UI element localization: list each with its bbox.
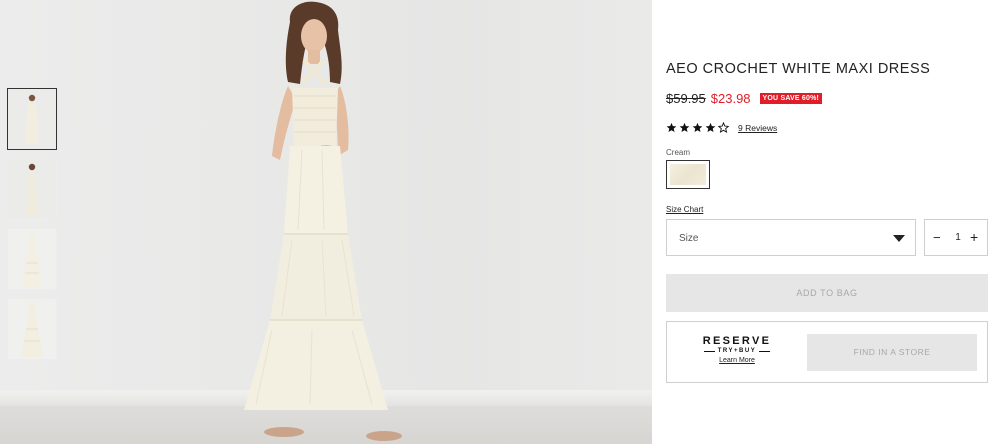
price-row: $59.95 $23.98 YOU SAVE 60%! — [666, 91, 823, 106]
star-icon — [679, 122, 690, 133]
reserve-title: RESERVE — [702, 335, 772, 347]
increase-quantity-button[interactable]: + — [970, 229, 978, 245]
divider — [703, 350, 715, 352]
sale-price: $23.98 — [710, 91, 751, 106]
learn-more-link[interactable]: Learn More — [693, 357, 781, 364]
reserve-logo: RESERVE TRY+BUY Learn More — [693, 335, 781, 364]
original-price: $59.95 — [666, 91, 706, 106]
find-in-store-button[interactable]: FIND IN A STORE — [807, 334, 977, 371]
thumbnail-2[interactable] — [7, 158, 57, 220]
reviews-link[interactable]: 9 Reviews — [738, 123, 777, 133]
decrease-quantity-button[interactable]: − — [933, 230, 941, 245]
thumbnail-4[interactable] — [7, 298, 57, 360]
star-icon — [705, 122, 716, 133]
reserve-subtitle: TRY+BUY — [717, 348, 757, 354]
star-rating[interactable] — [666, 122, 731, 133]
swatch-chip — [670, 164, 706, 185]
quantity-value[interactable]: 1 — [953, 232, 963, 243]
add-to-bag-button[interactable]: ADD TO BAG — [666, 274, 988, 312]
product-details-panel: AEO CROCHET WHITE MAXI DRESS $59.95 $23.… — [666, 0, 990, 444]
star-outline-icon — [718, 122, 729, 133]
star-icon — [692, 122, 703, 133]
size-chart-link[interactable]: Size Chart — [666, 205, 703, 214]
product-main-image — [244, 1, 402, 441]
size-dropdown[interactable]: Size — [666, 219, 916, 256]
color-swatch-cream[interactable] — [666, 160, 710, 189]
thumbnail-1[interactable] — [7, 88, 57, 150]
save-badge: YOU SAVE 60%! — [759, 93, 823, 104]
star-icon — [666, 122, 677, 133]
thumbnail-3[interactable] — [7, 228, 57, 290]
rating-row: 9 Reviews — [666, 122, 777, 133]
reserve-subtitle-row: TRY+BUY — [693, 348, 781, 354]
reserve-try-buy-box: RESERVE TRY+BUY Learn More FIND IN A STO… — [666, 321, 988, 383]
thumbnail-list — [7, 88, 59, 368]
color-label: Cream — [666, 148, 691, 157]
size-dropdown-label: Size — [679, 233, 699, 244]
product-image-area — [0, 0, 652, 444]
chevron-down-icon — [893, 235, 905, 242]
product-title: AEO CROCHET WHITE MAXI DRESS — [666, 61, 931, 77]
divider — [759, 350, 771, 352]
quantity-stepper: − 1 + — [924, 219, 988, 256]
